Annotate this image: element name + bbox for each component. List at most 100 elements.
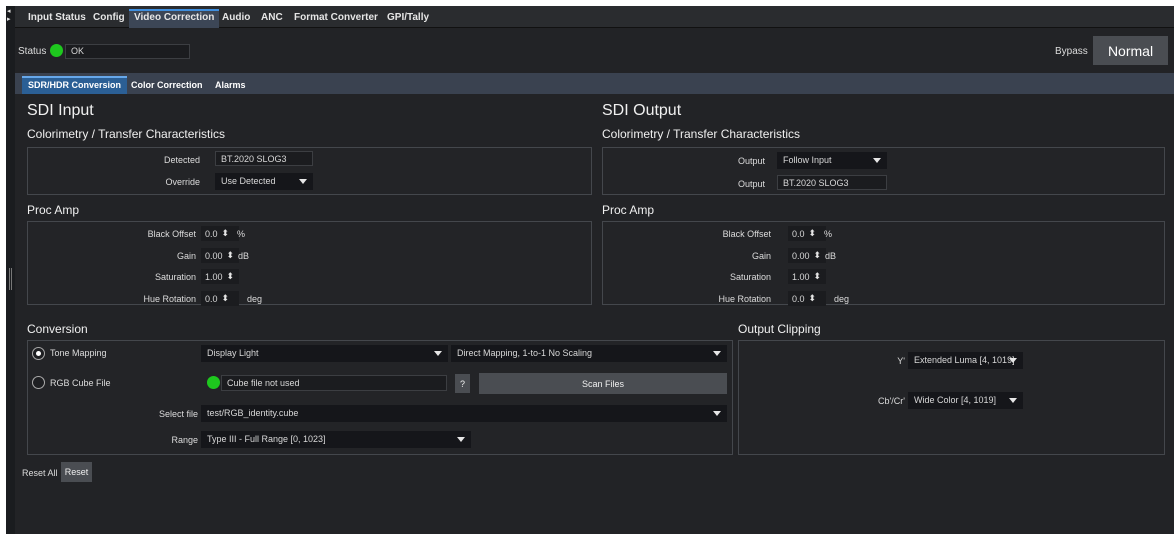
- tab-input-status[interactable]: Input Status: [23, 9, 91, 28]
- output-black-offset-spinner[interactable]: 0.0 ⬍: [788, 226, 826, 241]
- input-hue-rotation-spinner[interactable]: 0.0 ⬍: [201, 291, 239, 306]
- chevron-down-icon: [1009, 358, 1017, 363]
- tone-mapping-mode-value: Display Light: [207, 348, 259, 358]
- tab-sdr-hdr-conversion[interactable]: SDR/HDR Conversion: [22, 76, 128, 94]
- output-gain-label: Gain: [751, 251, 771, 261]
- input-gain-spinner[interactable]: 0.00 ⬍: [201, 248, 239, 263]
- tab-video-correction[interactable]: Video Correction: [129, 9, 220, 28]
- spinner-arrows-icon[interactable]: ⬍: [227, 271, 235, 282]
- top-tab-bar: Input Status Config Video Correction Aud…: [15, 6, 1174, 28]
- override-value: Use Detected: [221, 176, 276, 186]
- tone-mapping-label: Tone Mapping: [50, 348, 107, 358]
- output-hue-rotation-spinner[interactable]: 0.0 ⬍: [788, 291, 826, 306]
- select-file-value: test/RGB_identity.cube: [207, 408, 299, 418]
- y-clip-dropdown[interactable]: Extended Luma [4, 1019]: [908, 352, 1023, 369]
- detected-label: Detected: [163, 155, 200, 165]
- input-gain-label: Gain: [176, 251, 196, 261]
- output-label: Output: [737, 179, 765, 189]
- reset-button[interactable]: Reset: [61, 462, 92, 482]
- output-saturation-spinner[interactable]: 1.00 ⬍: [788, 269, 826, 284]
- output-black-offset-label: Black Offset: [722, 229, 771, 239]
- input-black-offset-value: 0.0: [205, 228, 218, 239]
- input-saturation-value: 1.00: [205, 271, 223, 282]
- spinner-arrows-icon[interactable]: ⬍: [222, 228, 230, 239]
- output-hue-rotation-value: 0.0: [792, 293, 805, 304]
- bypass-label: Bypass: [1055, 46, 1088, 57]
- spinner-arrows-icon[interactable]: ⬍: [814, 250, 822, 261]
- y-clip-label: Y': [897, 356, 905, 366]
- sdi-input-procamp-title: Proc Amp: [27, 203, 80, 217]
- scan-files-button[interactable]: Scan Files: [479, 373, 727, 394]
- cbcr-clip-dropdown[interactable]: Wide Color [4, 1019]: [908, 392, 1023, 409]
- output-clipping-title: Output Clipping: [738, 322, 821, 336]
- status-field: OK: [65, 44, 190, 59]
- sub-tab-bar: SDR/HDR Conversion Color Correction Alar…: [15, 73, 1174, 94]
- input-gain-value: 0.00: [205, 250, 223, 261]
- output-hue-rotation-label: Hue Rotation: [718, 294, 771, 304]
- output-field: BT.2020 SLOG3: [777, 175, 887, 190]
- tone-mapping-radio[interactable]: [32, 347, 45, 360]
- status-led-icon: [50, 44, 63, 57]
- conversion-title: Conversion: [27, 322, 88, 336]
- cbcr-clip-label: Cb'/Cr': [878, 396, 905, 406]
- tone-mapping-method-dropdown[interactable]: Direct Mapping, 1-to-1 No Scaling: [451, 345, 727, 362]
- output-saturation-value: 1.00: [792, 271, 810, 282]
- tone-mapping-method-value: Direct Mapping, 1-to-1 No Scaling: [457, 348, 593, 358]
- chevron-down-icon: [713, 351, 721, 356]
- sdi-input-title: SDI Input: [27, 102, 94, 119]
- detected-field: BT.2020 SLOG3: [215, 151, 313, 166]
- tab-config[interactable]: Config: [88, 9, 130, 28]
- rgb-cube-file-radio[interactable]: [32, 376, 45, 389]
- select-file-dropdown[interactable]: test/RGB_identity.cube: [201, 405, 727, 422]
- output-hue-rotation-unit: deg: [834, 294, 850, 304]
- drag-grip-icon[interactable]: [9, 268, 12, 290]
- tab-format-converter[interactable]: Format Converter: [289, 9, 383, 28]
- input-gain-unit: dB: [238, 251, 250, 261]
- output-select-dropdown[interactable]: Follow Input: [777, 152, 887, 169]
- override-label: Override: [165, 177, 200, 187]
- spinner-arrows-icon[interactable]: ⬍: [809, 293, 817, 304]
- output-select-label: Output: [737, 156, 765, 166]
- tab-alarms[interactable]: Alarms: [209, 76, 252, 94]
- expand-arrows-icon[interactable]: ◂ ▸: [7, 8, 11, 24]
- input-saturation-spinner[interactable]: 1.00 ⬍: [201, 269, 239, 284]
- sdi-input-colorimetry-title: Colorimetry / Transfer Characteristics: [27, 127, 226, 141]
- chevron-down-icon: [713, 411, 721, 416]
- tab-audio[interactable]: Audio: [217, 9, 255, 28]
- cube-status-field: Cube file not used: [221, 375, 447, 391]
- input-hue-rotation-label: Hue Rotation: [143, 294, 196, 304]
- override-dropdown[interactable]: Use Detected: [215, 173, 313, 190]
- range-label: Range: [171, 435, 198, 445]
- cube-status-led-icon: [207, 376, 220, 389]
- sdi-output-procamp-title: Proc Amp: [602, 203, 655, 217]
- output-select-value: Follow Input: [783, 155, 832, 165]
- input-black-offset-spinner[interactable]: 0.0 ⬍: [201, 226, 239, 241]
- input-black-offset-unit: %: [237, 229, 246, 239]
- output-gain-value: 0.00: [792, 250, 810, 261]
- range-dropdown[interactable]: Type III - Full Range [0, 1023]: [201, 431, 471, 448]
- cbcr-clip-value: Wide Color [4, 1019]: [914, 395, 997, 405]
- input-hue-rotation-value: 0.0: [205, 293, 218, 304]
- chevron-down-icon: [299, 179, 307, 184]
- reset-all-label: Reset All: [22, 468, 58, 478]
- spinner-arrows-icon[interactable]: ⬍: [227, 250, 235, 261]
- spinner-arrows-icon[interactable]: ⬍: [222, 293, 230, 304]
- y-clip-value: Extended Luma [4, 1019]: [914, 355, 1015, 365]
- sdi-output-colorimetry-title: Colorimetry / Transfer Characteristics: [602, 127, 801, 141]
- bypass-button[interactable]: Normal: [1093, 36, 1168, 65]
- input-hue-rotation-unit: deg: [247, 294, 263, 304]
- output-gain-unit: dB: [825, 251, 837, 261]
- tone-mapping-mode-dropdown[interactable]: Display Light: [201, 345, 448, 362]
- spinner-arrows-icon[interactable]: ⬍: [814, 271, 822, 282]
- tab-anc[interactable]: ANC: [256, 9, 288, 28]
- chevron-down-icon: [873, 158, 881, 163]
- select-file-label: Select file: [158, 409, 198, 419]
- output-gain-spinner[interactable]: 0.00 ⬍: [788, 248, 826, 263]
- rgb-cube-file-label: RGB Cube File: [50, 378, 111, 388]
- left-collapse-bar[interactable]: ◂ ▸: [6, 6, 15, 534]
- input-saturation-label: Saturation: [154, 272, 196, 282]
- spinner-arrows-icon[interactable]: ⬍: [809, 228, 817, 239]
- help-button[interactable]: ?: [455, 374, 470, 393]
- tab-gpi-tally[interactable]: GPI/Tally: [382, 9, 434, 28]
- tab-color-correction[interactable]: Color Correction: [125, 76, 209, 94]
